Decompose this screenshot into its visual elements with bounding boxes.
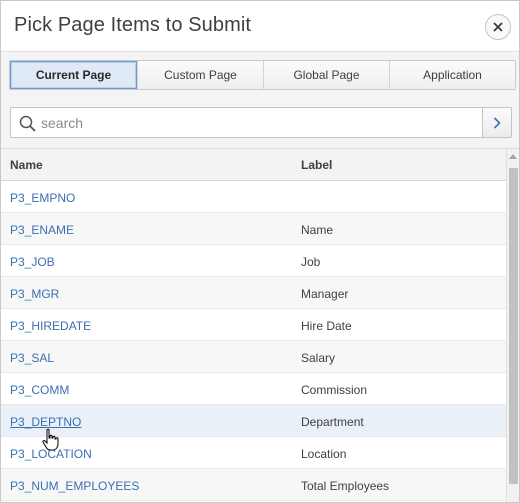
table-header: Name Label [1,149,506,181]
dialog-titlebar: Pick Page Items to Submit [1,1,519,52]
item-label: Total Employees [301,479,390,493]
search-go-button[interactable] [482,107,512,138]
table-row[interactable]: P3_SAL Salary [1,341,506,373]
dialog-body: Current Page Custom Page Global Page App… [1,52,519,502]
item-name-link[interactable]: P3_SAL [10,351,54,365]
pick-items-dialog: Pick Page Items to Submit Current Page C… [0,0,520,503]
tab-current-page[interactable]: Current Page [10,61,137,89]
item-label: Manager [301,287,349,301]
item-label: Salary [301,351,336,365]
item-label: Job [301,255,321,269]
table-row[interactable]: P3_EMPNO [1,181,506,213]
table-scrollbar[interactable] [506,149,519,502]
search-box [10,107,482,138]
item-name-link[interactable]: P3_HIREDATE [10,319,91,333]
item-label: Location [301,447,347,461]
hand-pointer-cursor-icon [42,428,59,451]
item-label: Name [301,223,334,237]
search-input[interactable] [41,108,477,137]
item-label: Commission [301,383,368,397]
table-row[interactable]: P3_NUM_EMPLOYEES Total Employees [1,469,506,501]
column-header-name: Name [10,158,43,172]
item-label: Department [301,415,364,429]
table-row[interactable]: P3_MGR Manager [1,277,506,309]
scroll-up-arrow-icon[interactable] [509,154,517,159]
item-label: Hire Date [301,319,352,333]
table-row[interactable]: P3_COMM Commission [1,373,506,405]
close-icon [493,22,503,32]
dialog-title: Pick Page Items to Submit [14,14,252,36]
table-row[interactable]: P3_ENAME Name [1,213,506,245]
scope-tabs: Current Page Custom Page Global Page App… [9,60,516,90]
item-name-link[interactable]: P3_ENAME [10,223,74,237]
item-name-link[interactable]: P3_DEPTNO [10,415,81,429]
item-name-link[interactable]: P3_NUM_EMPLOYEES [10,479,139,493]
item-name-link[interactable]: P3_EMPNO [10,191,75,205]
item-name-link[interactable]: P3_MGR [10,287,59,301]
items-table: Name Label P3_EMPNO P3_ENAME Name P3_JOB… [1,148,519,502]
table-body: P3_EMPNO P3_ENAME Name P3_JOB Job P3_MGR… [1,181,506,501]
table-row-hovered[interactable]: P3_DEPTNO Department [1,405,506,437]
table-row[interactable]: P3_JOB Job [1,245,506,277]
tab-application[interactable]: Application [389,61,515,89]
table-row[interactable]: P3_HIREDATE Hire Date [1,309,506,341]
close-button[interactable] [485,14,511,40]
tab-global-page[interactable]: Global Page [263,61,389,89]
table-row[interactable]: P3_LOCATION Location [1,437,506,469]
chevron-right-icon [493,116,501,129]
item-name-link[interactable]: P3_JOB [10,255,55,269]
scroll-thumb[interactable] [509,168,518,484]
tab-custom-page[interactable]: Custom Page [137,61,263,89]
item-name-link[interactable]: P3_COMM [10,383,69,397]
search-icon [19,115,36,132]
column-header-label: Label [301,158,333,172]
